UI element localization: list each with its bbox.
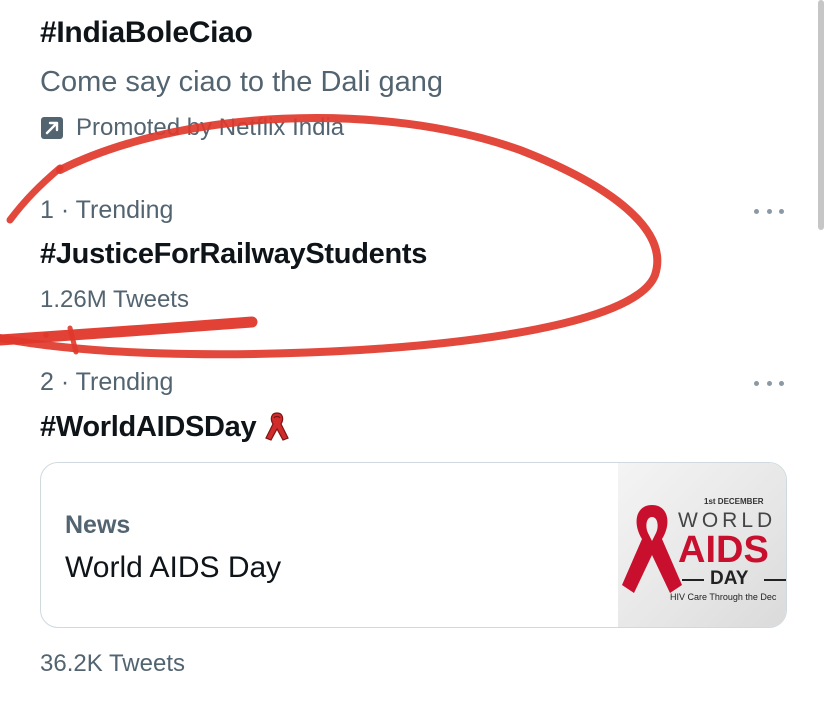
trend-tweet-count: 36.2K Tweets bbox=[40, 650, 185, 677]
scrollbar[interactable] bbox=[818, 0, 824, 230]
news-headline[interactable]: World AIDS Day bbox=[65, 551, 281, 585]
news-thumbnail[interactable]: 1st DECEMBER WORLD AIDS DAY HIV Care Thr… bbox=[618, 463, 786, 627]
promoted-by-label: Promoted by Netflix India bbox=[76, 114, 345, 141]
trend-tweet-count: 1.26M Tweets bbox=[40, 286, 189, 313]
trend-meta: 2 · Trending bbox=[40, 368, 174, 396]
trend-meta: 1 · Trending bbox=[40, 196, 174, 224]
trend-name[interactable]: #JusticeForRailwayStudents bbox=[40, 238, 427, 271]
more-options-icon[interactable] bbox=[754, 379, 784, 387]
promoted-arrow-icon bbox=[40, 116, 64, 140]
more-options-icon[interactable] bbox=[754, 207, 784, 215]
trend-item-1[interactable]: 1 · Trending #JusticeForRailwayStudents … bbox=[40, 196, 790, 316]
image-caption: HIV Care Through the Dec bbox=[670, 592, 777, 602]
promoted-trend-title[interactable]: #IndiaBoleCiao bbox=[40, 16, 253, 50]
promoted-by-row: Promoted by Netflix India bbox=[40, 114, 344, 142]
image-rule-right bbox=[764, 579, 786, 581]
trend-name-text: #WorldAIDSDay bbox=[40, 410, 257, 443]
promoted-trend-subtitle: Come say ciao to the Dali gang bbox=[40, 66, 443, 98]
image-date: 1st DECEMBER bbox=[704, 497, 764, 506]
trend-name[interactable]: #WorldAIDSDay bbox=[40, 410, 292, 444]
image-rule-left bbox=[682, 579, 704, 581]
ribbon-emoji-icon bbox=[262, 410, 292, 444]
image-line-day: DAY bbox=[710, 568, 749, 589]
news-card[interactable]: News World AIDS Day 1st DECEMBER WORLD A… bbox=[40, 462, 787, 628]
news-label: News bbox=[65, 511, 131, 539]
image-line-aids: AIDS bbox=[678, 529, 769, 571]
trends-panel: #IndiaBoleCiao Come say ciao to the Dali… bbox=[0, 0, 828, 712]
trend-item-2[interactable]: 2 · Trending #WorldAIDSDay bbox=[40, 368, 790, 448]
